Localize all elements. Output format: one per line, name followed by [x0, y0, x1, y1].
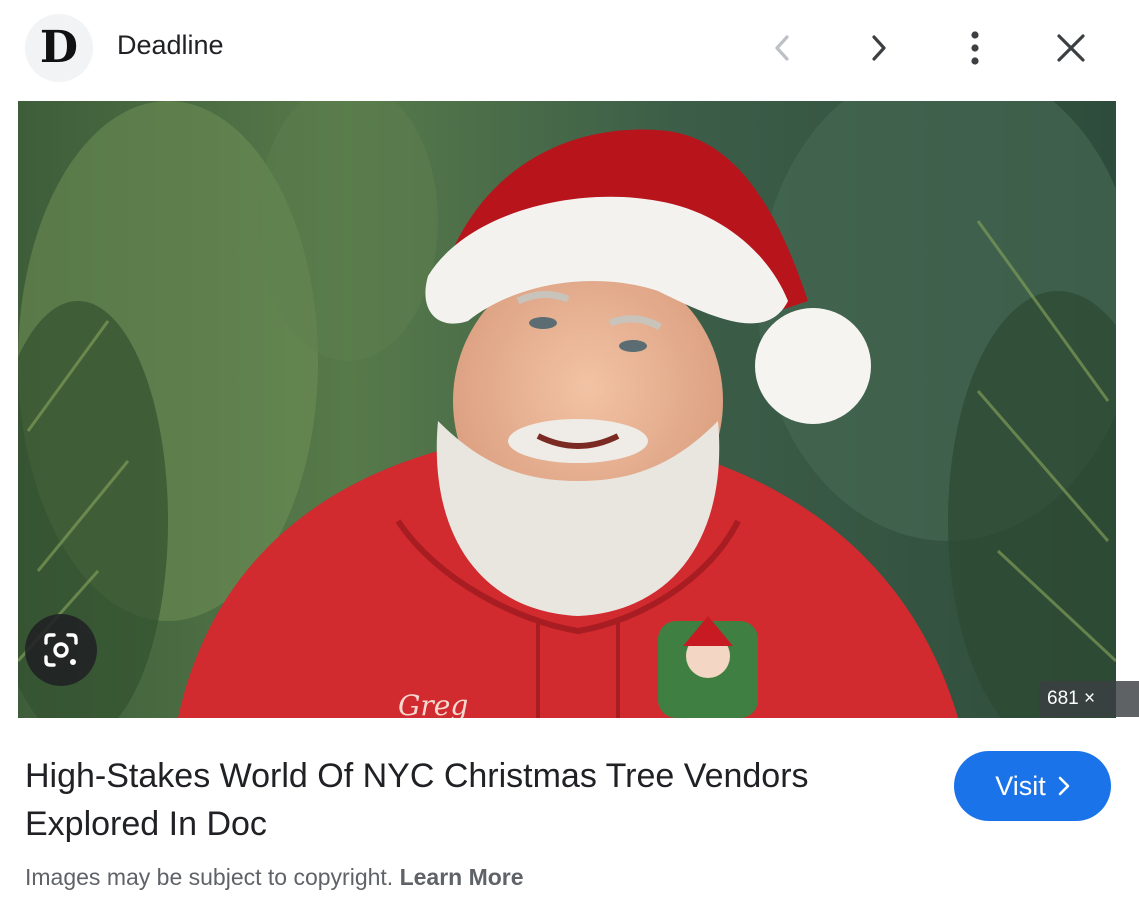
santa-photo [18, 101, 1116, 718]
copyright-text: Images may be subject to copyright. [25, 864, 394, 890]
lens-search-button[interactable] [25, 614, 97, 686]
close-icon [1057, 34, 1085, 62]
viewer-header: D Deadline [0, 0, 1139, 100]
close-button[interactable] [1047, 24, 1095, 72]
visit-button-label: Visit [995, 770, 1046, 801]
chevron-right-icon [872, 35, 886, 61]
result-title[interactable]: High-Stakes World Of NYC Christmas Tree … [25, 752, 905, 848]
preview-image[interactable]: Greg [18, 101, 1116, 718]
hoodie-embroidery-text: Greg [398, 689, 468, 718]
image-dimensions-badge: 681 × 383 [1039, 681, 1139, 745]
previous-button[interactable] [758, 24, 806, 72]
visit-button[interactable]: Visit [954, 751, 1111, 821]
more-vert-icon [971, 31, 979, 65]
chevron-right-icon [1058, 776, 1070, 796]
lens-icon [44, 633, 78, 667]
source-name[interactable]: Deadline [117, 30, 224, 61]
next-button[interactable] [855, 24, 903, 72]
more-options-button[interactable] [951, 24, 999, 72]
source-logo-letter: D [39, 22, 79, 73]
chevron-left-icon [775, 35, 789, 61]
copyright-notice: Images may be subject to copyright. Lear… [25, 864, 524, 891]
svg-text:Greg: Greg [398, 689, 468, 718]
learn-more-link[interactable]: Learn More [400, 864, 524, 890]
source-logo[interactable]: D [25, 14, 93, 82]
